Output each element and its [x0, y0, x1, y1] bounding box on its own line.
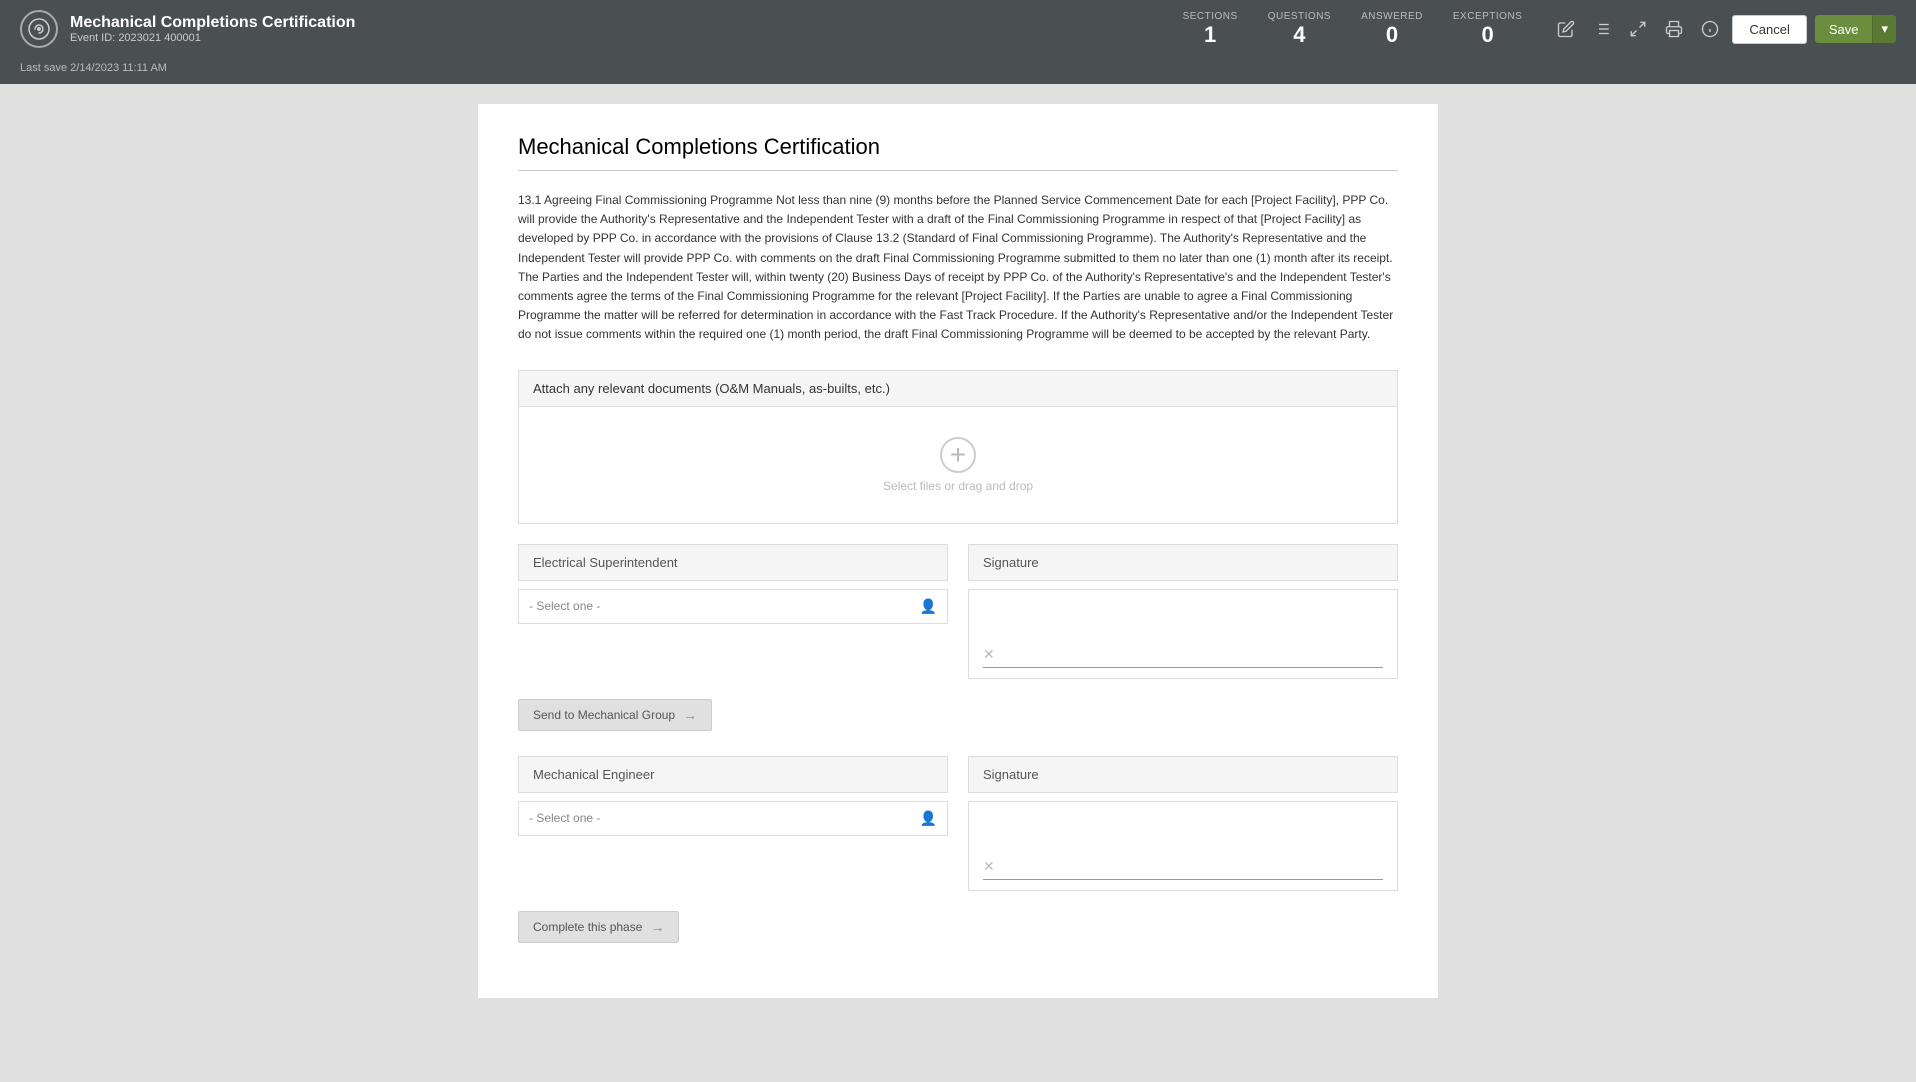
electrical-super-label: Electrical Superintendent — [518, 544, 948, 581]
header-stats: SECTIONS 1 QUESTIONS 4 ANSWERED 0 EXCEPT… — [1183, 11, 1896, 48]
signature-line-1: ✕ — [983, 646, 1383, 668]
attach-header: Attach any relevant documents (O&M Manua… — [519, 371, 1397, 407]
questions-stat: QUESTIONS 4 — [1268, 11, 1331, 48]
cancel-button[interactable]: Cancel — [1732, 15, 1806, 44]
body-text: 13.1 Agreeing Final Commissioning Progra… — [518, 191, 1398, 345]
send-btn-label: Send to Mechanical Group — [533, 708, 675, 722]
mechanical-engineer-left: Mechanical Engineer - Select one - 👤 — [518, 756, 948, 891]
mechanical-engineer-placeholder: - Select one - — [529, 811, 600, 825]
edit-button[interactable] — [1552, 15, 1580, 43]
header-left: Mechanical Completions Certification Eve… — [20, 10, 355, 48]
app-logo-icon — [20, 10, 58, 48]
event-id: Event ID: 2023021 400001 — [70, 32, 355, 44]
mechanical-engineer-label: Mechanical Engineer — [518, 756, 948, 793]
signature-box-2[interactable]: ✕ — [968, 801, 1398, 891]
electrical-super-select[interactable]: - Select one - 👤 — [518, 589, 948, 624]
send-arrow-icon: → — [683, 707, 697, 723]
clear-sig-icon-2: ✕ — [983, 858, 995, 875]
complete-phase-button[interactable]: Complete this phase → — [518, 911, 679, 943]
add-file-icon: + — [940, 437, 976, 473]
save-button[interactable]: Save — [1815, 15, 1873, 43]
attach-section: Attach any relevant documents (O&M Manua… — [518, 370, 1398, 524]
electrical-super-row: Electrical Superintendent - Select one -… — [518, 544, 1398, 679]
sub-header: Last save 2/14/2023 11:11 AM — [0, 58, 1916, 84]
header: Mechanical Completions Certification Eve… — [0, 0, 1916, 58]
expand-button[interactable] — [1624, 15, 1652, 43]
page-title: Mechanical Completions Certification — [518, 134, 1398, 171]
exceptions-stat: EXCEPTIONS 0 — [1453, 11, 1522, 48]
main-content: Mechanical Completions Certification 13.… — [478, 104, 1438, 998]
list-button[interactable] — [1588, 15, 1616, 43]
electrical-super-left: Electrical Superintendent - Select one -… — [518, 544, 948, 679]
dropzone-text: Select files or drag and drop — [883, 479, 1033, 493]
sections-stat: SECTIONS 1 — [1183, 11, 1238, 48]
mechanical-engineer-select[interactable]: - Select one - 👤 — [518, 801, 948, 836]
answered-stat: ANSWERED 0 — [1361, 11, 1423, 48]
info-button[interactable] — [1696, 15, 1724, 43]
print-button[interactable] — [1660, 15, 1688, 43]
send-to-mechanical-button[interactable]: Send to Mechanical Group → — [518, 699, 712, 731]
electrical-super-placeholder: - Select one - — [529, 599, 600, 613]
person-icon: 👤 — [920, 598, 937, 615]
signature-line-2: ✕ — [983, 858, 1383, 880]
person-icon-2: 👤 — [920, 810, 937, 827]
header-title-group: Mechanical Completions Certification Eve… — [70, 14, 355, 44]
mechanical-engineer-sig-right: Signature ✕ — [968, 756, 1398, 891]
complete-arrow-icon: → — [650, 919, 664, 935]
app-title: Mechanical Completions Certification — [70, 14, 355, 32]
signature-box-1[interactable]: ✕ — [968, 589, 1398, 679]
mechanical-engineer-row: Mechanical Engineer - Select one - 👤 Sig… — [518, 756, 1398, 891]
sig-label-1: Signature — [968, 544, 1398, 581]
file-dropzone[interactable]: + Select files or drag and drop — [519, 407, 1397, 523]
save-dropdown-button[interactable]: ▾ — [1872, 15, 1896, 43]
header-actions: Cancel Save ▾ — [1552, 15, 1896, 44]
complete-btn-label: Complete this phase — [533, 920, 642, 934]
clear-sig-icon-1: ✕ — [983, 646, 995, 663]
electrical-super-sig-right: Signature ✕ — [968, 544, 1398, 679]
sig-label-2: Signature — [968, 756, 1398, 793]
save-group: Save ▾ — [1815, 15, 1896, 43]
